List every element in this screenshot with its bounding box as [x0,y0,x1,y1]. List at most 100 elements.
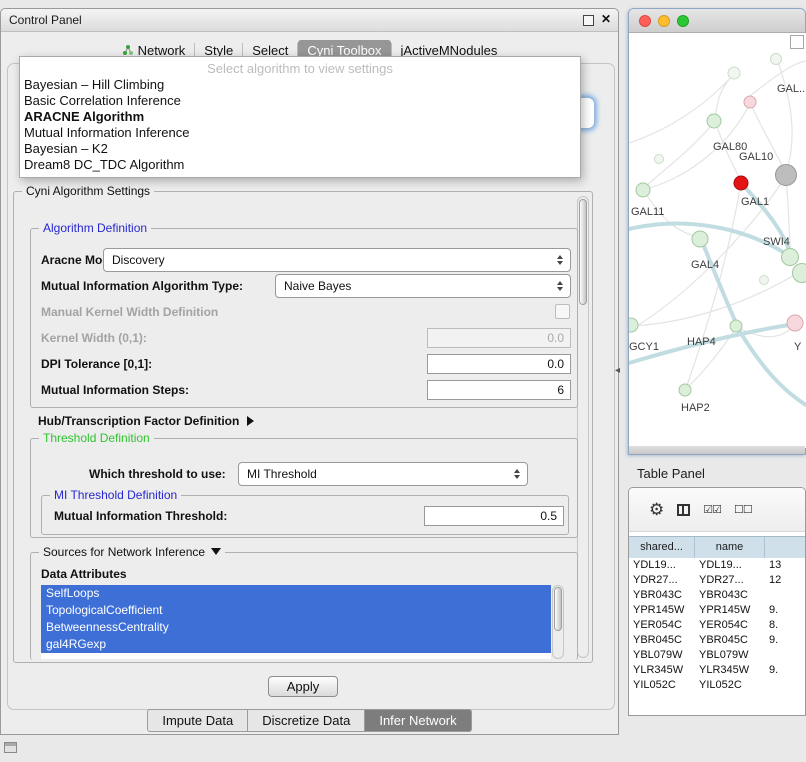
apply-button[interactable]: Apply [268,676,338,697]
column-header[interactable]: shared... [629,537,695,559]
table-cell: YBL079W [629,648,695,663]
mi-steps-label: Mutual Information Steps: [41,383,189,397]
network-node[interactable] [636,183,651,198]
table-cell [765,678,805,693]
table-row[interactable]: YDR27...YDR27...12 [629,573,805,588]
table-cell: YIL052C [629,678,695,693]
network-node[interactable] [734,176,749,191]
close-traffic-light[interactable] [639,15,651,27]
table-cell: YBR045C [629,633,695,648]
table-row[interactable]: YBR043CYBR043C [629,588,805,603]
network-node[interactable] [707,114,722,129]
network-node[interactable] [787,315,804,332]
table-cell: 9. [765,633,805,648]
network-node[interactable] [692,231,709,248]
gear-icon[interactable]: ⚙ [649,501,664,518]
stepper-arrows-icon [552,255,567,265]
table-row[interactable]: YIL052CYIL052C [629,678,805,693]
table-toolbar: ⚙ ☑☑ ☐☐ [629,488,805,532]
tab-impute-data[interactable]: Impute Data [147,709,248,732]
data-attributes-list: SelfLoopsTopologicalCoefficientBetweenne… [41,585,551,659]
tab-infer-network[interactable]: Infer Network [365,709,471,732]
table-cell: YBR043C [629,588,695,603]
table-cell: 8. [765,618,805,633]
dpi-tolerance-field[interactable]: 0.0 [427,354,571,374]
algorithm-definition-group: Algorithm Definition Aracne Mode: Discov… [30,228,578,408]
stepper-arrows-icon [509,469,524,479]
panel-divider-arrow-icon[interactable]: ◂ [615,365,620,376]
close-icon[interactable]: ✕ [601,12,611,26]
algorithm-option[interactable]: Mutual Information Inference [20,125,580,141]
network-node[interactable] [654,154,664,164]
table-row[interactable]: YBR045CYBR045C9. [629,633,805,648]
network-node[interactable] [730,320,743,333]
network-node[interactable] [770,53,782,65]
table-cell: YDR27... [695,573,765,588]
mi-type-select[interactable]: Naive Bayes [275,274,571,298]
network-window-titlebar[interactable] [629,9,805,33]
table-cell: YIL052C [695,678,765,693]
aracne-mode-select[interactable]: Discovery [103,248,571,272]
column-header[interactable] [765,537,805,559]
which-threshold-label: Which threshold to use: [89,467,226,481]
node-label: HAP2 [681,402,710,414]
table-row[interactable]: YER054CYER054C8. [629,618,805,633]
attribute-item[interactable]: gal4RGexp [41,636,551,653]
algorithm-option[interactable]: Bayesian – Hill Climbing [20,77,580,93]
table-cell: YBR043C [695,588,765,603]
node-label: Y [794,341,801,353]
network-node[interactable] [744,96,757,109]
mi-steps-field[interactable]: 6 [427,380,571,400]
table-row[interactable]: YPR145WYPR145W9. [629,603,805,618]
expand-arrow-icon[interactable] [247,416,254,426]
algorithm-option[interactable]: ARACNE Algorithm [20,109,580,125]
collapse-arrow-icon[interactable] [211,548,221,555]
minimize-traffic-light[interactable] [658,15,670,27]
algorithm-popup-placeholder: Select algorithm to view settings [20,60,580,77]
settings-scrollbar-thumb[interactable] [579,199,587,305]
table-row[interactable]: YBL079WYBL079W [629,648,805,663]
table-row[interactable]: YLR345WYLR345W9. [629,663,805,678]
kernel-width-field[interactable]: 0.0 [427,328,571,348]
network-scroll-corner[interactable] [790,35,804,49]
threshold-definition-group: Threshold Definition Which threshold to … [30,438,578,538]
mi-threshold-label: Mutual Information Threshold: [54,509,227,523]
network-node[interactable] [679,384,692,397]
attributes-scrollbar[interactable] [552,585,564,659]
select-all-columns-icon[interactable]: ☑☑ [703,503,721,516]
attribute-item[interactable]: SelfLoops [41,585,551,602]
algorithm-option[interactable]: Basic Correlation Inference [20,93,580,109]
deselect-all-columns-icon[interactable]: ☐☐ [734,503,752,516]
manual-kernel-checkbox[interactable] [555,304,570,319]
column-selector-icon[interactable] [677,504,690,516]
which-threshold-select[interactable]: MI Threshold [238,462,528,486]
network-node[interactable] [728,67,741,80]
algorithm-popup-list: Bayesian – Hill ClimbingBasic Correlatio… [20,77,580,173]
node-label: SWI4 [763,236,790,248]
column-header[interactable]: name [695,537,765,559]
zoom-traffic-light[interactable] [677,15,689,27]
attribute-item[interactable]: TopologicalCoefficient [41,602,551,619]
table-row[interactable]: YDL19...YDL19...13 [629,558,805,573]
float-window-icon[interactable] [583,15,594,26]
network-node[interactable] [759,275,769,285]
hub-definition-toggle[interactable]: Hub/Transcription Factor Definition [38,414,254,428]
mi-threshold-field[interactable]: 0.5 [424,506,564,526]
algorithm-option[interactable]: Bayesian – K2 [20,141,580,157]
settings-scrollbar[interactable] [577,196,589,658]
control-panel-titlebar[interactable]: Control Panel ✕ [1,9,618,32]
hub-definition-label: Hub/Transcription Factor Definition [38,414,239,428]
table-cell: YDL19... [629,558,695,573]
restore-window-icon[interactable] [4,742,17,753]
network-node[interactable] [792,263,806,283]
network-node[interactable] [775,164,797,186]
network-canvas[interactable]: GAL...GAL80GAL10GAL1GAL11SWI4GAL4GCY1HAP… [629,33,806,448]
mi-threshold-group: MI Threshold Definition Mutual Informati… [41,495,569,535]
algorithm-option[interactable]: Dream8 DC_TDC Algorithm [20,157,580,173]
data-attributes-label: Data Attributes [41,567,127,581]
attribute-item[interactable]: BetweennessCentrality [41,619,551,636]
tab-discretize-data[interactable]: Discretize Data [248,709,365,732]
attributes-scrollbar-thumb[interactable] [554,587,562,631]
table-panel-window: ⚙ ☑☑ ☐☐ shared...name YDL19...YDL19...13… [628,487,806,716]
desktop: Control Panel ✕ NetworkStyleSelectCyni T… [0,0,806,762]
